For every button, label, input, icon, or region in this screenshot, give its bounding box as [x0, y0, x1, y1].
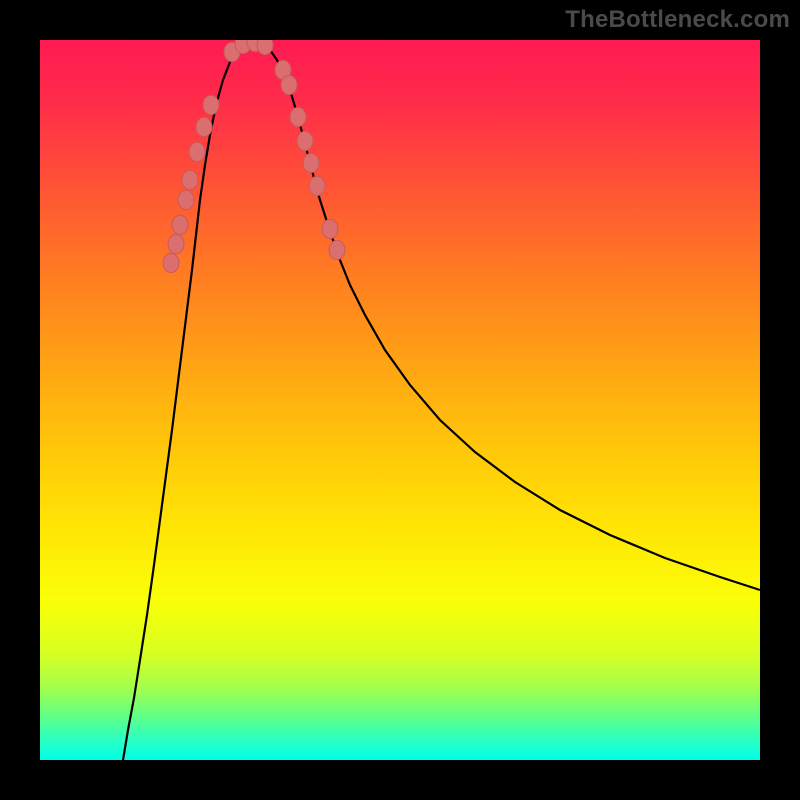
data-marker [329, 240, 345, 259]
markers-group [163, 40, 345, 273]
chart-frame: TheBottleneck.com [0, 0, 800, 800]
watermark-text: TheBottleneck.com [565, 6, 790, 34]
data-marker [189, 142, 205, 161]
data-marker [309, 176, 325, 195]
data-marker [182, 170, 198, 189]
right-curve [255, 42, 760, 590]
data-marker [196, 117, 212, 136]
data-marker [172, 215, 188, 234]
data-marker [257, 40, 273, 55]
data-marker [281, 75, 297, 94]
data-marker [322, 219, 338, 238]
data-marker [178, 190, 194, 209]
data-marker [297, 131, 313, 150]
data-marker [290, 107, 306, 126]
data-marker [203, 95, 219, 114]
data-marker [163, 253, 179, 272]
data-marker [168, 234, 184, 253]
chart-svg [40, 40, 760, 760]
data-marker [303, 153, 319, 172]
